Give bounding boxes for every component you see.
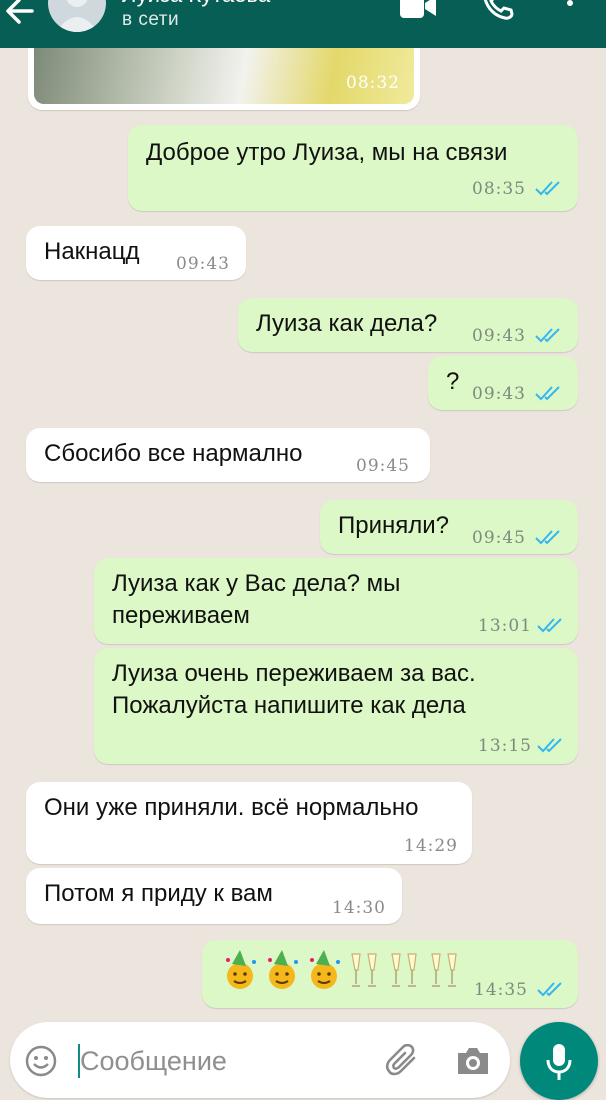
message-text-line: Луиза очень переживаем за вас.	[112, 660, 476, 687]
message-list: 08:32 Доброе утро Луиза, мы на связи 08:…	[0, 48, 606, 1018]
message-bubble-incoming[interactable]: Потом я приду к вам 14:30	[26, 868, 402, 924]
back-arrow-icon[interactable]	[2, 0, 36, 28]
image-message[interactable]: 08:32	[28, 48, 420, 110]
message-text-line: Луиза как у Вас дела? мы	[112, 570, 401, 597]
message-time: 09:43	[472, 384, 526, 404]
message-time: 08:32	[346, 73, 400, 93]
message-time: 14:29	[404, 836, 458, 856]
read-ticks-icon	[537, 738, 562, 753]
message-bubble-outgoing[interactable]: Доброе утро Луиза, мы на связи 08:35	[128, 125, 578, 211]
message-bubble-incoming[interactable]: Сбосибо все нармално 09:45	[26, 428, 430, 482]
message-bubble-outgoing[interactable]: Луиза как дела? 09:43	[238, 298, 578, 352]
message-text: Луиза как дела?	[256, 310, 438, 337]
read-ticks-icon	[535, 530, 560, 545]
message-text-line: переживаем	[112, 602, 250, 629]
champagne-glasses-icon	[351, 953, 377, 987]
menu-icon[interactable]	[560, 0, 580, 20]
attach-icon[interactable]	[384, 1044, 420, 1078]
message-image[interactable]: 08:32	[34, 48, 414, 104]
message-input[interactable]: Сообщение	[80, 1046, 227, 1077]
partying-face-icon	[226, 950, 256, 989]
message-time: 13:01	[478, 616, 532, 636]
read-ticks-icon	[537, 982, 562, 997]
message-text: Потом я приду к вам	[44, 880, 273, 907]
champagne-glasses-icon	[431, 953, 457, 987]
voice-call-icon[interactable]	[482, 0, 514, 20]
read-ticks-icon	[535, 386, 560, 401]
message-text: ?	[446, 368, 460, 395]
avatar[interactable]	[48, 0, 106, 32]
message-input-bar[interactable]: Сообщение	[10, 1022, 510, 1098]
message-text: Накнацд	[44, 238, 140, 265]
partying-face-icon	[310, 950, 340, 989]
mic-button[interactable]	[520, 1022, 598, 1100]
message-bubble-incoming[interactable]: Накнацд 09:43	[26, 226, 246, 280]
message-text-line: Пожалуйста напишите как дела	[112, 692, 466, 719]
champagne-glasses-icon	[391, 953, 417, 987]
emoji-icon[interactable]	[24, 1044, 58, 1078]
contact-name[interactable]: Луиза Кутаева	[122, 0, 270, 8]
message-text: Сбосибо все нармално	[44, 440, 303, 467]
message-time: 14:35	[474, 980, 528, 1000]
contact-status: в сети	[122, 9, 180, 30]
message-bubble-outgoing[interactable]: Луиза как у Вас дела? мы переживаем 13:0…	[94, 558, 578, 644]
message-time: 13:15	[478, 736, 532, 756]
message-text: Они уже приняли. всё нормально	[44, 794, 419, 821]
video-call-icon[interactable]	[398, 0, 438, 20]
message-bubble-outgoing[interactable]: Луиза очень переживаем за вас. Пожалуйст…	[94, 648, 578, 764]
message-time: 08:35	[472, 179, 526, 199]
message-time: 14:30	[332, 898, 386, 918]
message-time: 09:43	[176, 254, 230, 274]
message-time: 09:43	[472, 326, 526, 346]
mic-icon	[546, 1044, 572, 1080]
read-ticks-icon	[537, 618, 562, 633]
message-bubble-outgoing[interactable]: ? 09:43	[428, 356, 578, 410]
message-text: Доброе утро Луиза, мы на связи	[146, 139, 508, 166]
camera-icon[interactable]	[455, 1045, 491, 1077]
message-text: Приняли?	[338, 512, 450, 539]
message-bubble-outgoing[interactable]: 14:35	[202, 940, 578, 1008]
message-time: 09:45	[472, 528, 526, 548]
message-bubble-incoming[interactable]: Они уже приняли. всё нормально 14:29	[26, 782, 472, 864]
chat-header: Луиза Кутаева в сети	[0, 0, 606, 48]
read-ticks-icon	[535, 181, 560, 196]
read-ticks-icon	[535, 328, 560, 343]
message-bubble-outgoing[interactable]: Приняли? 09:45	[320, 500, 578, 554]
message-time: 09:45	[356, 456, 410, 476]
partying-face-icon	[268, 950, 298, 989]
